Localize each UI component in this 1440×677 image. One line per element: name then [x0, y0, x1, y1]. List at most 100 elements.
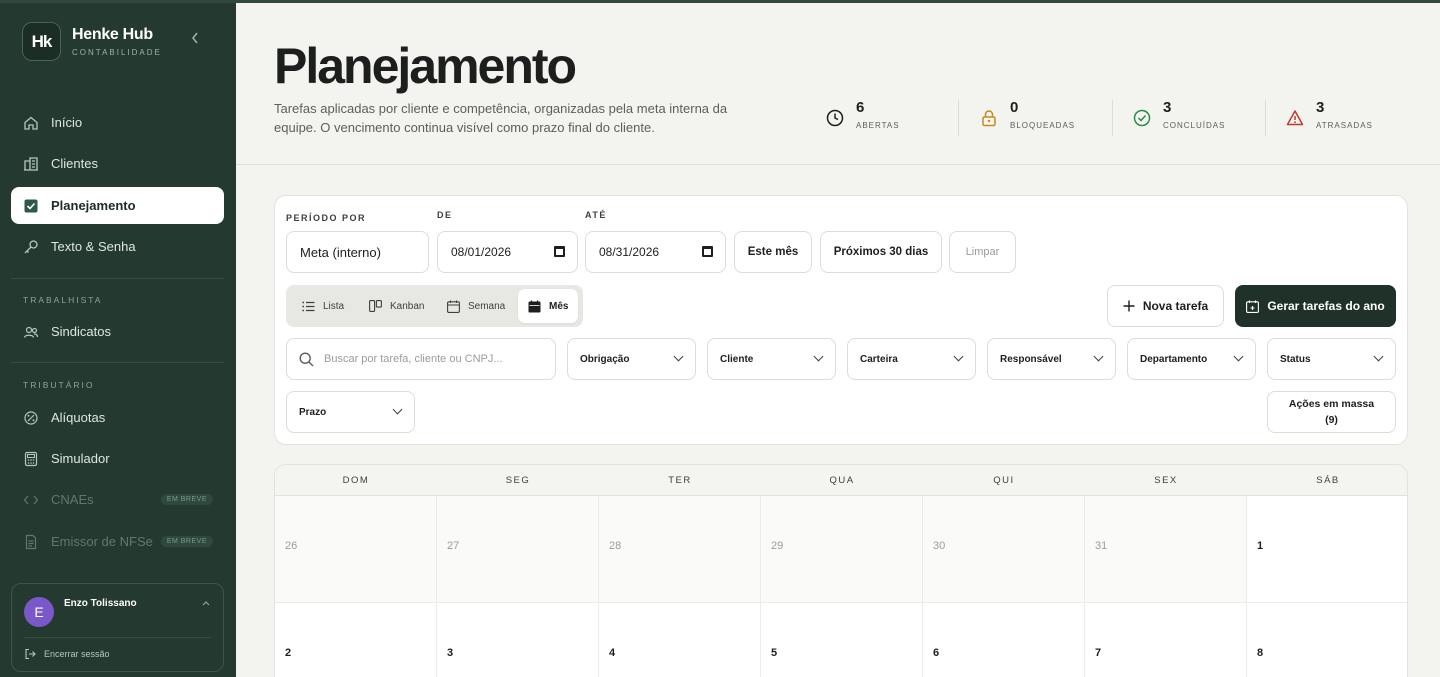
chevron-down-icon — [1093, 351, 1104, 362]
mass-actions-button[interactable]: Ações em massa (9) — [1267, 391, 1396, 433]
from-date-input[interactable]: 08/01/2026 — [437, 231, 578, 273]
sidebar-item-label: Início — [51, 115, 83, 130]
calendar-icon[interactable] — [702, 246, 713, 257]
calendar-day-cell[interactable]: 30 — [923, 496, 1085, 603]
sidebar-item-aliquotas[interactable]: Alíquotas — [11, 399, 224, 436]
calendar-day-cell[interactable]: 28 — [599, 496, 761, 603]
sidebar-item-label: Sindicatos — [51, 324, 111, 339]
user-card[interactable]: E Enzo Tolissano Encerrar sessão — [11, 583, 224, 672]
page-header: Planejamento Tarefas aplicadas por clien… — [236, 0, 1440, 165]
brand-subtitle: CONTABILIDADE — [72, 48, 162, 57]
this-month-button[interactable]: Este mês — [734, 231, 812, 273]
sidebar-item-label: Planejamento — [51, 198, 136, 213]
from-label: DE — [437, 210, 453, 220]
stat-label: ATRASADAS — [1316, 121, 1373, 130]
building-icon — [23, 156, 39, 172]
sidebar-item-inicio[interactable]: Início — [11, 104, 224, 141]
select-cliente[interactable]: Cliente — [707, 338, 836, 380]
calendar-day-number: 8 — [1257, 647, 1264, 659]
calendar-day-cell[interactable]: 31 — [1085, 496, 1247, 603]
period-select[interactable]: Meta (interno) — [286, 231, 429, 273]
select-label: Cliente — [720, 353, 754, 365]
page-title: Planejamento — [274, 38, 577, 94]
select-obrigacao[interactable]: Obrigação — [567, 338, 696, 380]
period-label: PERÍODO POR — [286, 213, 367, 223]
weekday-label: SEX — [1154, 474, 1178, 486]
select-label: Responsável — [1000, 353, 1062, 365]
stat-label: BLOQUEADAS — [1010, 121, 1076, 130]
calendar-day-cell[interactable]: 4 — [599, 603, 761, 677]
stat-label: ABERTAS — [856, 121, 900, 130]
calendar-day-number: 26 — [285, 540, 298, 552]
calendar-icon[interactable] — [554, 246, 565, 257]
calendar-day-cell[interactable]: 5 — [761, 603, 923, 677]
next-30-days-button[interactable]: Próximos 30 dias — [820, 231, 942, 273]
tab-semana[interactable]: Semana — [447, 289, 505, 323]
sidebar-item-planejamento[interactable]: Planejamento — [11, 187, 224, 224]
chevron-down-icon — [813, 351, 824, 362]
calendar-day-number: 3 — [447, 647, 454, 659]
search-field[interactable] — [286, 338, 556, 380]
search-input[interactable] — [324, 353, 544, 365]
sidebar-divider — [11, 362, 224, 363]
select-status[interactable]: Status — [1267, 338, 1396, 380]
calendar-day-cell[interactable]: 1 — [1247, 496, 1407, 603]
brand-name: Henke Hub — [72, 26, 153, 43]
new-task-button[interactable]: Nova tarefa — [1107, 285, 1224, 327]
section-label-trabalhista: TRABALHISTA — [23, 295, 103, 305]
sidebar-item-emissor-nfse: Emissor de NFSe EM BREVE — [11, 523, 224, 560]
calendar-day-cell[interactable]: 8 — [1247, 603, 1407, 677]
calendar-day-number: 7 — [1095, 647, 1102, 659]
tab-lista[interactable]: Lista — [302, 289, 344, 323]
tab-kanban[interactable]: Kanban — [369, 289, 424, 323]
tab-label: Semana — [468, 300, 506, 312]
calendar-week-icon — [447, 300, 460, 313]
user-divider — [24, 637, 211, 638]
logout-icon — [24, 648, 36, 660]
stat-divider — [958, 100, 959, 136]
stat-label: CONCLUÍDAS — [1163, 121, 1226, 130]
stat-bloqueadas: 0 BLOQUEADAS — [980, 99, 1075, 139]
generate-year-tasks-button[interactable]: Gerar tarefas do ano — [1235, 285, 1396, 327]
select-label: Departamento — [1140, 353, 1208, 365]
chevron-down-icon — [392, 404, 403, 415]
key-icon — [23, 239, 39, 255]
calendar-day-cell[interactable]: 6 — [923, 603, 1085, 677]
sidebar-item-clientes[interactable]: Clientes — [11, 145, 224, 182]
coming-soon-badge: EM BREVE — [160, 494, 213, 505]
calendar-day-cell[interactable]: 29 — [761, 496, 923, 603]
calendar-grid: 26 27 28 29 30 31 1 2 3 4 5 6 7 8 — [275, 496, 1407, 677]
calendar-day-cell[interactable]: 27 — [437, 496, 599, 603]
select-responsavel[interactable]: Responsável — [987, 338, 1116, 380]
select-carteira[interactable]: Carteira — [847, 338, 976, 380]
clear-button[interactable]: Limpar — [949, 231, 1016, 273]
collapse-sidebar-icon[interactable] — [190, 31, 200, 45]
to-date-input[interactable]: 08/31/2026 — [585, 231, 726, 273]
sidebar-item-label: Clientes — [51, 156, 98, 171]
to-label: ATÉ — [585, 210, 607, 220]
sidebar-item-texto-senha[interactable]: Texto & Senha — [11, 228, 224, 265]
calendar-day-cell[interactable]: 2 — [275, 603, 437, 677]
tab-label: Mês — [549, 300, 569, 312]
calendar-day-cell[interactable]: 26 — [275, 496, 437, 603]
sidebar-item-sindicatos[interactable]: Sindicatos — [11, 313, 224, 350]
sidebar-divider — [11, 278, 224, 279]
select-departamento[interactable]: Departamento — [1127, 338, 1256, 380]
sidebar-item-simulador[interactable]: Simulador — [11, 440, 224, 477]
calendar-day-number: 31 — [1095, 540, 1108, 552]
select-prazo[interactable]: Prazo — [286, 391, 415, 433]
logout-button[interactable]: Encerrar sessão — [24, 648, 110, 660]
calendar-day-cell[interactable]: 3 — [437, 603, 599, 677]
stat-concluidas: 3 CONCLUÍDAS — [1133, 99, 1225, 139]
weekday-label: QUA — [829, 474, 855, 486]
view-switcher: Lista Kanban Semana Mês — [286, 285, 583, 327]
chevron-up-icon[interactable] — [202, 600, 210, 606]
weekday-label: SÁB — [1316, 474, 1340, 486]
weekday-label: SEG — [505, 474, 531, 486]
calendar-day-cell[interactable]: 7 — [1085, 603, 1247, 677]
tab-mes[interactable]: Mês — [518, 289, 579, 323]
calendar-day-number: 6 — [933, 647, 940, 659]
brand[interactable]: Hk Henke Hub CONTABILIDADE — [22, 22, 162, 61]
calculator-icon — [23, 451, 39, 467]
stat-divider — [1112, 100, 1113, 136]
